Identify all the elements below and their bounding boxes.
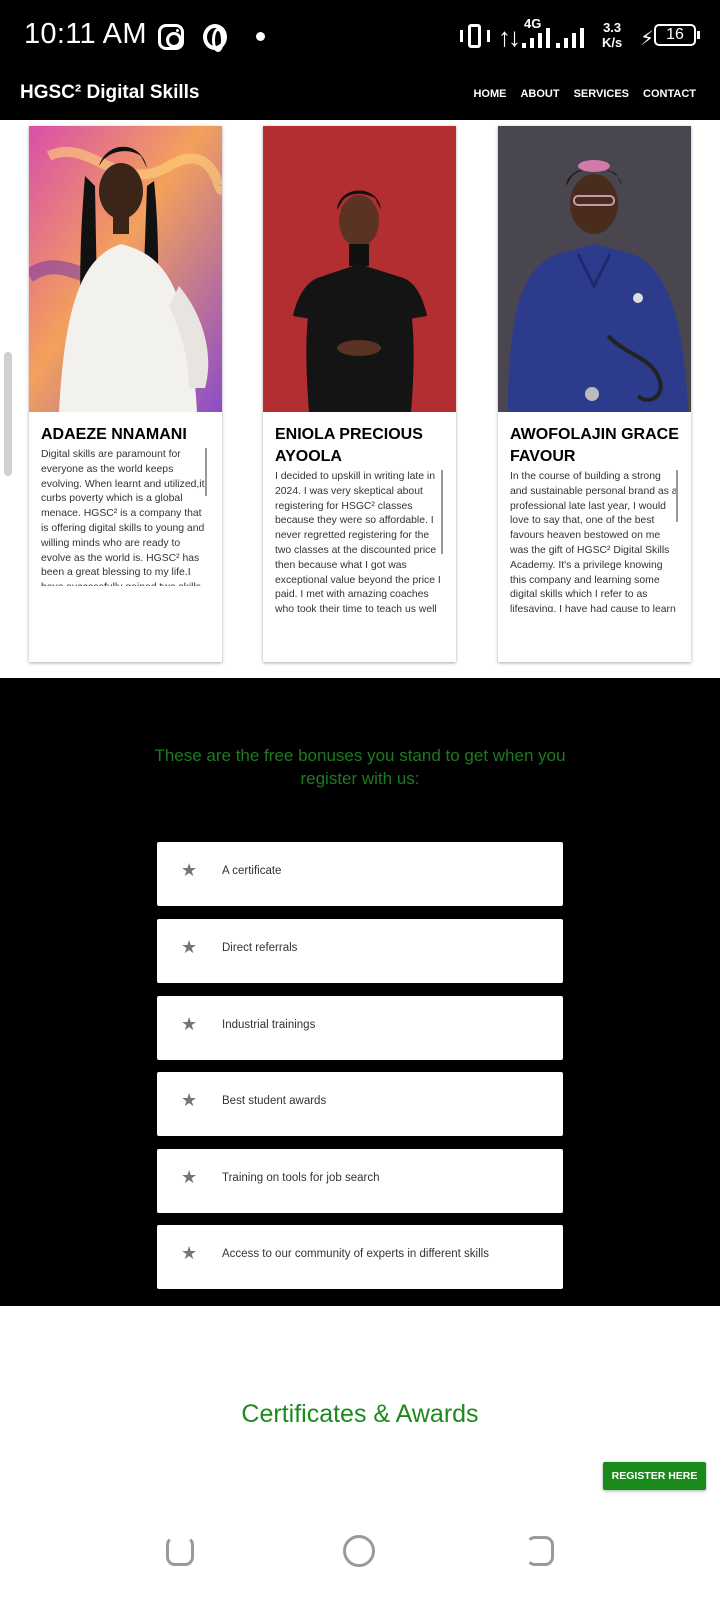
testimonial-scrollbar[interactable] <box>441 470 443 554</box>
page: 10:11 AM ↑↓ 4G 3.3 K/s ⚡ 16 HGSC² Digita… <box>0 0 720 1600</box>
testimonial-photo <box>263 126 456 412</box>
testimonial-name: ADAEZE NNAMANI <box>41 426 187 443</box>
testimonial-card: ENIOLA PRECIOUS AYOOLA I decided to upsk… <box>263 126 456 662</box>
testimonial-name: ENIOLA PRECIOUS AYOOLA <box>275 426 423 465</box>
system-navigation-bar <box>0 1520 720 1600</box>
bonus-item: ★ A certificate <box>157 842 563 906</box>
charging-icon: ⚡ <box>640 28 655 50</box>
page-scroll-indicator[interactable] <box>4 352 12 476</box>
bonus-item: ★ Training on tools for job search <box>157 1149 563 1213</box>
testimonial-photo <box>29 126 222 412</box>
nav-services-link[interactable]: SERVICES <box>574 88 629 100</box>
star-icon: ★ <box>181 937 198 957</box>
bonus-label: Industrial trainings <box>222 1019 316 1031</box>
star-icon: ★ <box>181 860 198 880</box>
bonus-item: ★ Best student awards <box>157 1072 563 1136</box>
home-icon[interactable] <box>343 1535 375 1567</box>
testimonial-name: AWOFOLAJIN GRACE FAVOUR <box>510 426 679 465</box>
bonus-label: Training on tools for job search <box>222 1172 380 1184</box>
testimonial-scrollbar[interactable] <box>205 448 207 496</box>
star-icon: ★ <box>181 1090 198 1110</box>
bonus-item: ★ Industrial trainings <box>157 996 563 1060</box>
testimonial-scrollbar[interactable] <box>676 470 678 522</box>
bonus-label: A certificate <box>222 865 282 877</box>
bonus-label: Direct referrals <box>222 942 298 954</box>
status-bar: 10:11 AM ↑↓ 4G 3.3 K/s ⚡ 16 <box>0 0 720 72</box>
bonus-item: ★ Access to our community of experts in … <box>157 1225 563 1289</box>
battery-icon: 16 <box>654 24 700 46</box>
testimonial-card: ADAEZE NNAMANI Digital skills are paramo… <box>29 126 222 662</box>
star-icon: ★ <box>181 1014 198 1034</box>
testimonial-text[interactable]: Digital skills are paramount for everyon… <box>41 448 211 586</box>
testimonial-text[interactable]: In the course of building a strong and s… <box>510 470 680 612</box>
star-icon: ★ <box>181 1167 198 1187</box>
bonuses-section: These are the free bonuses you stand to … <box>0 678 720 1306</box>
site-brand[interactable]: HGSC² Digital Skills <box>20 82 199 104</box>
network-speed: 3.3 K/s <box>602 20 623 50</box>
instagram-icon <box>158 24 184 50</box>
nav-contact-link[interactable]: CONTACT <box>643 88 696 100</box>
opera-icon <box>203 24 227 52</box>
status-time: 10:11 AM <box>24 18 147 50</box>
nav-menu: HOME ABOUT SERVICES CONTACT <box>473 88 696 100</box>
site-header: HGSC² Digital Skills HOME ABOUT SERVICES… <box>0 72 720 120</box>
bonuses-heading: These are the free bonuses you stand to … <box>154 746 566 788</box>
vibrate-icon <box>460 24 490 50</box>
data-transfer-icon: ↑↓ <box>498 22 521 52</box>
recent-apps-icon[interactable] <box>166 1536 194 1566</box>
nav-home-link[interactable]: HOME <box>473 88 506 100</box>
testimonial-photo <box>498 126 691 412</box>
register-button[interactable]: REGISTER HERE <box>603 1462 706 1490</box>
star-icon: ★ <box>181 1243 198 1263</box>
testimonial-card: AWOFOLAJIN GRACE FAVOUR In the course of… <box>498 126 691 662</box>
notification-dot-icon <box>256 32 265 41</box>
bonus-label: Best student awards <box>222 1095 327 1107</box>
certificates-heading: Certificates & Awards <box>241 1400 479 1428</box>
back-icon[interactable] <box>526 1536 554 1566</box>
bonus-label: Access to our community of experts in di… <box>222 1248 489 1260</box>
network-type: 4G <box>524 16 542 31</box>
testimonials-section: ADAEZE NNAMANI Digital skills are paramo… <box>0 120 720 678</box>
testimonial-text[interactable]: I decided to upskill in writing late in … <box>275 470 445 612</box>
bonus-item: ★ Direct referrals <box>157 919 563 983</box>
nav-about-link[interactable]: ABOUT <box>520 88 559 100</box>
